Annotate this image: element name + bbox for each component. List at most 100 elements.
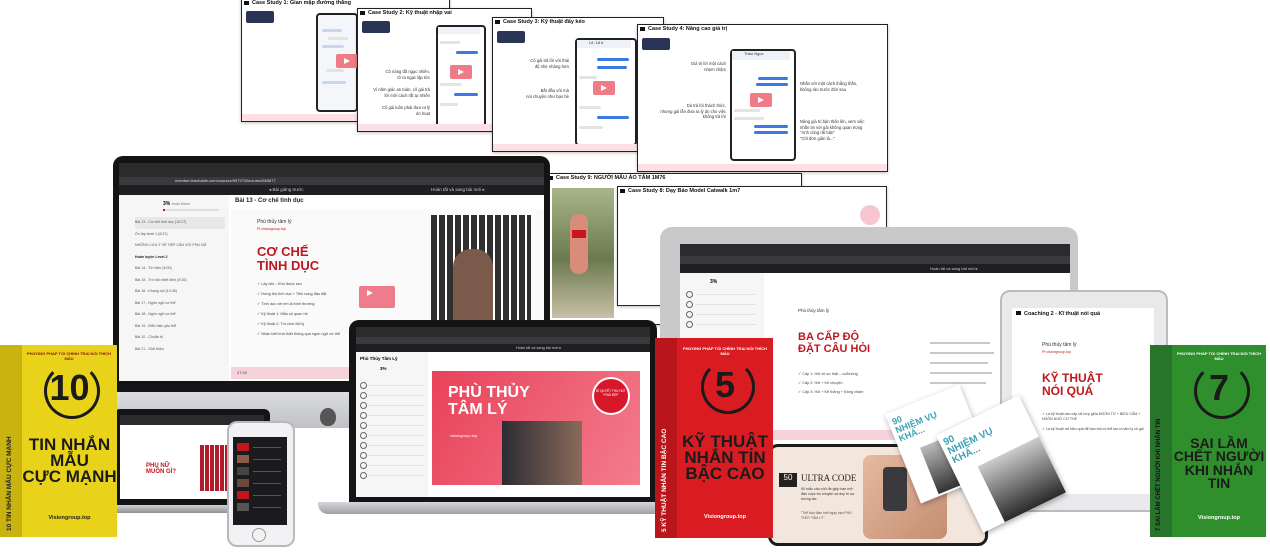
address-bar[interactable]	[356, 337, 650, 344]
logo	[497, 31, 525, 43]
slide-bullets: ✓ Lấy dát – Khó được sex ✓ Hứng thú tình…	[257, 282, 340, 336]
sidebar-item[interactable]: Bài 14 - Tín hiệu (8:00)	[135, 263, 225, 275]
logo	[362, 21, 390, 33]
progress-percent: 3%	[380, 366, 387, 371]
slide-kicker: Phù thủy tâm lý	[257, 219, 292, 225]
play-button[interactable]	[336, 54, 358, 68]
video-progress-bar[interactable]	[638, 164, 887, 171]
next-lesson-link[interactable]: Hoàn tất và sang bài mới ▸	[516, 345, 561, 350]
book-spine: 10 TIN NHẮN MẪU CỰC MẠNH	[6, 436, 13, 531]
logo	[642, 38, 670, 50]
annotation: Dù trả lời thách thức, nhưng gái lẫn đưa …	[660, 103, 726, 119]
play-button[interactable]	[593, 81, 615, 95]
sidebar-item[interactable]: Ôn tập level 1 (8:21)	[135, 229, 225, 241]
case-study-title: Case Study 3: Kỹ thuật đẩy kéo	[495, 19, 585, 25]
sidebar-item[interactable]: Bài 21 - Giới thiệu	[135, 344, 225, 356]
annotation: Nhắn với một cách thẳng thắn, không rào t…	[800, 81, 858, 92]
course-name: Phù Thủy Tâm Lý	[360, 356, 398, 361]
chat-contact: Lê, 18 tr	[577, 40, 631, 48]
lesson-title: Bài 13 - Cơ chế tình dục	[235, 198, 304, 204]
logo	[246, 11, 274, 23]
course-banner[interactable]: PHÙ THỦY TÂM LÝ BÍ QUYẾT THU HÚT PHÁI ĐẸP…	[432, 371, 640, 485]
sidebar-item[interactable]: Bài 20 - Chuẩn bị	[135, 332, 225, 344]
next-lesson-link[interactable]: Hoàn tất và sang bài mới ▸	[930, 266, 978, 271]
annotation: Nâng giá trị bản thân lên, xem việc nhắn …	[800, 119, 865, 141]
book-brand: Visiongroup.top	[1197, 515, 1241, 521]
case-study-title: Case Study 4: Nâng cao giá trị	[640, 26, 727, 32]
next-lesson-link[interactable]: Hoàn tất và sang bài mới ▸	[431, 187, 485, 193]
address-bar[interactable]	[680, 256, 1070, 264]
tablet-title: Coaching 2 - Kĩ thuật nói quá	[1016, 311, 1100, 317]
slide-kicker: Phù thủy tâm lý	[798, 308, 830, 313]
level-list: ✓ Cấp 1: Hỏi về sự thật – có/không ✓ Cấp…	[798, 372, 864, 394]
book-number: 10	[49, 367, 90, 408]
slide-brand: Pt visiongroup.top	[257, 227, 286, 231]
banner-title: PHÙ THỦY TÂM LÝ	[448, 384, 530, 418]
progress-percent: 3%	[710, 279, 718, 285]
browser-tabs[interactable]	[356, 327, 650, 337]
sidebar-item[interactable]: Bài 15 - Trò trải nhiệt đinh (8:35)	[135, 275, 225, 287]
book-10-tin-nhan: 10 TIN NHẮN MẪU CỰC MẠNH PHƯƠNG PHÁP TỐI…	[0, 345, 117, 537]
ultra-code-title: ULTRA CODE	[801, 473, 857, 483]
sidebar-item[interactable]: Bài 18 - Ngôn ngữ cơ thể	[135, 309, 225, 321]
slide-kicker: Phù thủy tâm lý	[1042, 342, 1077, 348]
apple-logo-icon	[320, 408, 336, 426]
sidebar-item[interactable]: NHỮNG LƯU Ý VỀ TIẾP CẬN VỚI PHỤ NỮ	[135, 240, 225, 252]
book-5-ky-thuat: 5 KỸ THUẬT NHẮN TIN BẬC CAO PHƯƠNG PHÁP …	[655, 338, 773, 538]
slide-title: BA CẤP ĐỘ ĐẶT CÂU HỎI	[798, 331, 871, 355]
case-study-card-4[interactable]: Case Study 4: Nâng cao giá trị Thảo Ngọc…	[637, 24, 888, 172]
book-brand: Visiongroup.top	[703, 514, 747, 520]
slide-bullets: ✓ Là kỹ thuật cao cấp rất hợp giữa NGÔN …	[1042, 412, 1144, 431]
logo	[860, 205, 880, 225]
sidebar-item[interactable]: Bài 16 - Khang nội (10:36)	[135, 286, 225, 298]
case-study-title: Case Study 2: Kỹ thuật nhập vai	[360, 10, 452, 16]
mission-title: 90 NHIỆM VỤ KHÁ...	[890, 409, 939, 444]
course-sidebar: Phù Thủy Tâm Lý 3%	[356, 352, 428, 497]
book-number: 5	[714, 364, 736, 405]
slide-title: KỸ THUẬT NÓI QUÁ	[1042, 371, 1103, 398]
ultra-code-text: 50 mẫu câu chủ đề giúp bạn mở đầu cuộc t…	[801, 487, 855, 501]
progress-percent: 3% Hoàn thành	[163, 201, 190, 207]
annotation: Cô gái trả lời với thái độ nhẹ nhàng hơn	[530, 58, 569, 69]
annotation: Bắt đầu với mà nói chuyện như bạn bè	[526, 88, 569, 99]
sidebar-item[interactable]: Bài 13 - Cơ chế tình dục (10:27)	[135, 217, 225, 229]
course-sidebar: 3% Hoàn thành Bài 13 - Cơ chế tình dục (…	[119, 195, 229, 381]
book-spine: 7 SAI LẦM CHẾT NGƯỜI KHI NHẮN TIN	[1156, 418, 1162, 531]
browser-tabs[interactable]	[680, 244, 1070, 256]
case-study-title: Case Study 1: Gian mập đường thẳng	[244, 0, 351, 6]
banner-brand: visiongroup.top	[450, 433, 478, 438]
book-brand: Visiongroup.top	[48, 515, 91, 521]
sidebar-section: Huấn luyện Level 2	[135, 254, 168, 259]
prev-lesson-link[interactable]: ◂ Bài giảng trước	[269, 187, 304, 193]
book-title: SAI LẦM CHẾT NGƯỜI KHI NHẮN TIN	[1173, 435, 1265, 491]
banner-photo	[502, 421, 582, 485]
slide-photo-shape	[453, 249, 493, 329]
ultra-code-number: 50	[779, 473, 797, 487]
play-button[interactable]	[750, 93, 772, 107]
annotation: Giá trị lời một cách nhẹm chậm	[690, 61, 726, 72]
macbook-screen: Hoàn tất và sang bài mới ▸ Phù Thủy Tâm …	[356, 327, 650, 497]
book-kicker: PHƯƠNG PHÁP TỐI CHÍNH TRAI NÓI THÍCH MẪU	[27, 351, 111, 361]
slide-title: CƠ CHẾ TÌNH DỤC	[257, 244, 320, 273]
annotation: Cô nàng đã ngạc nhiên, tỏ ra ngạc lập tức	[385, 69, 430, 80]
chat-contact: Thảo Ngọc	[732, 51, 790, 60]
book-number: 7	[1208, 367, 1230, 408]
case-study-title: Case Study 9: NGƯỜI MẪU ÁO TẮM 1M76	[548, 175, 666, 181]
annotation: Vì năm giác an toàn, cô gái trả lời mời c…	[373, 87, 430, 98]
ultra-code-footer: "Thể bảo đảm biết ngay bạn PHÙ THỦY TÂM …	[801, 511, 852, 520]
book-kicker: PHƯƠNG PHÁP TỐI CHÍNH TRAI NÓI THÍCH MẪU	[683, 346, 767, 356]
slide-title: PHỤ NỮ MUỐN GÌ?	[146, 463, 176, 476]
book-7-sai-lam: 7 SAI LẦM CHẾT NGƯỜI KHI NHẮN TIN PHƯƠNG…	[1150, 345, 1266, 537]
browser-tabs[interactable]	[119, 163, 544, 177]
case-study-title: Case Study 8: Dạy Bảo Model Catwalk 1m7	[620, 188, 740, 194]
sidebar-list: Bài 13 - Cơ chế tình dục (10:27) Ôn tập …	[135, 217, 225, 355]
address-bar[interactable]: member.teachable.com/courses/997970/lect…	[119, 177, 544, 185]
play-button[interactable]	[359, 286, 395, 308]
sidebar-item[interactable]: Bài 17 - Ngôn ngữ cơ thể	[135, 298, 225, 310]
banner-badge: BÍ QUYẾT THU HÚT PHÁI ĐẸP	[592, 377, 630, 415]
sidebar-item[interactable]: Bài 19 - Biểu hiệu yêu thể	[135, 321, 225, 333]
home-button[interactable]	[252, 528, 266, 542]
book-title: TIN NHẮN MẪU CỰC MẠNH	[22, 435, 117, 487]
play-button[interactable]	[450, 65, 472, 79]
slide-brand: Pt visiongroup.top	[1042, 350, 1071, 354]
